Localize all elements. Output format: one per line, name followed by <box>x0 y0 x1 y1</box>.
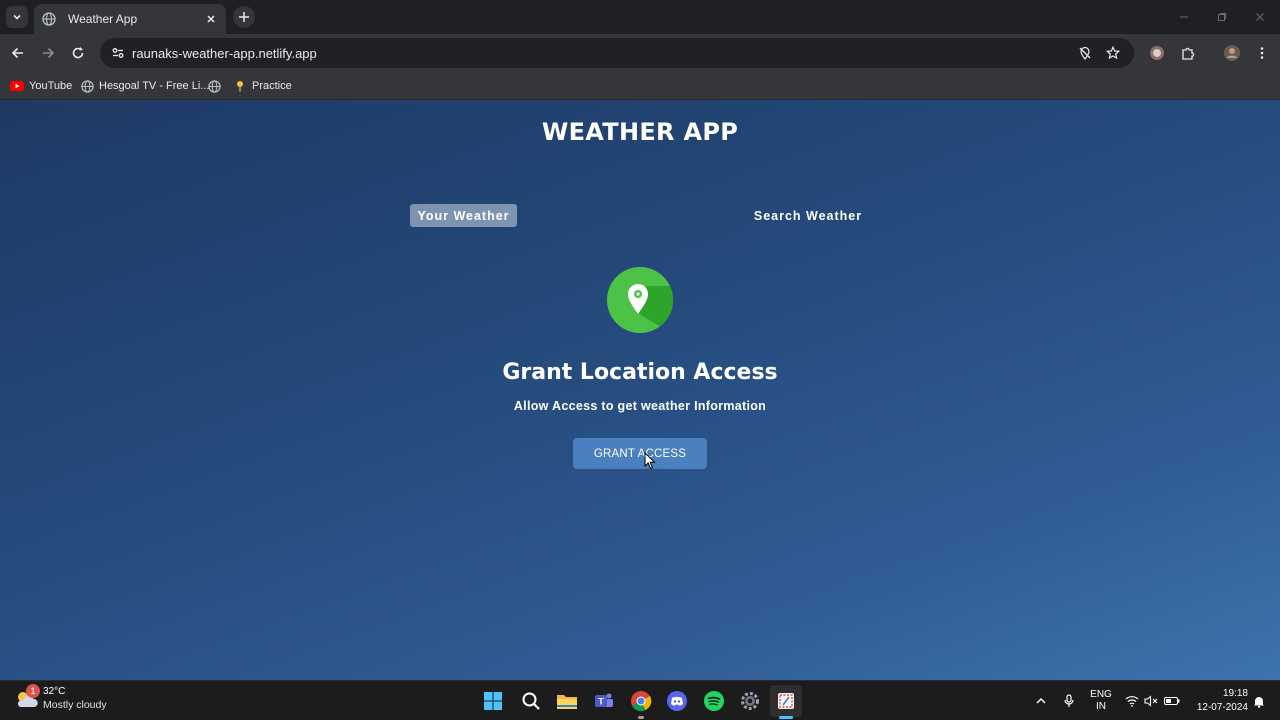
svg-text:T: T <box>598 697 604 707</box>
globe-icon <box>207 79 221 93</box>
site-info-icon[interactable] <box>106 41 130 65</box>
language-indicator[interactable]: ENG IN <box>1086 685 1116 717</box>
plus-icon <box>239 12 249 22</box>
bookmark-practice[interactable]: Practice <box>233 76 292 96</box>
settings-icon[interactable] <box>734 685 766 717</box>
address-bar[interactable]: raunaks-weather-app.netlify.app <box>100 38 1134 68</box>
browser-tab[interactable]: Weather App <box>34 4 226 34</box>
tab-search-weather[interactable]: Search Weather <box>740 204 876 227</box>
weather-widget[interactable]: 1 32°C Mostly cloudy <box>14 684 107 712</box>
extension-avatar-icon[interactable] <box>1145 41 1169 65</box>
app-title: WEATHER APP <box>541 118 739 146</box>
close-tab-icon[interactable] <box>200 8 222 30</box>
tab-strip: Weather App <box>0 0 1280 34</box>
browser-toolbar: raunaks-weather-app.netlify.app <box>0 34 1280 72</box>
cloudy-weather-icon: 1 <box>14 684 40 712</box>
bookmark-youtube[interactable]: YouTube <box>10 76 72 96</box>
weather-app-page: WEATHER APP Your Weather Search Weather … <box>0 100 1280 680</box>
new-tab-button[interactable] <box>233 6 255 28</box>
chevron-down-icon <box>13 14 21 20</box>
weather-temp: 32°C <box>43 686 66 697</box>
reload-icon <box>72 47 84 59</box>
menu-kebab-icon[interactable] <box>1250 41 1274 65</box>
tab-title: Weather App <box>68 12 138 26</box>
bookmark-pin-icon <box>233 79 247 93</box>
star-bookmark-icon[interactable] <box>1100 40 1126 66</box>
discord-icon[interactable] <box>661 685 693 717</box>
extensions-puzzle-icon[interactable] <box>1176 41 1200 65</box>
location-blocked-icon[interactable] <box>1072 40 1098 66</box>
wifi-icon[interactable] <box>1124 685 1140 717</box>
globe-icon <box>42 11 58 27</box>
spotify-icon[interactable] <box>698 685 730 717</box>
grant-access-button[interactable]: GRANT ACCESS <box>573 438 707 469</box>
windows-taskbar: 1 32°C Mostly cloudy T ENG IN 19:18 12-0… <box>0 680 1280 720</box>
minimize-window-button[interactable] <box>1172 6 1196 28</box>
grant-location-heading: Grant Location Access <box>502 360 778 385</box>
snipping-tool-icon[interactable] <box>770 685 802 719</box>
clock-date: 12-07-2024 <box>1196 702 1248 713</box>
file-explorer-icon[interactable] <box>551 685 583 717</box>
battery-icon[interactable] <box>1163 685 1181 717</box>
bookmark-label: Hesgoal TV - Free Li... <box>99 80 210 92</box>
running-indicator <box>638 716 644 719</box>
notification-bell-icon[interactable] <box>1252 685 1266 717</box>
region-code: IN <box>1096 701 1106 712</box>
mouse-cursor-icon <box>644 452 656 470</box>
clock-time: 19:18 <box>1222 688 1248 699</box>
chevron-up-icon[interactable] <box>1032 685 1050 717</box>
close-window-button[interactable] <box>1248 6 1272 28</box>
bookmark-hesgoal[interactable]: Hesgoal TV - Free Li... <box>80 76 209 96</box>
tab-your-weather[interactable]: Your Weather <box>410 204 517 227</box>
language-code: ENG <box>1090 689 1112 700</box>
arrow-right-icon <box>43 47 55 59</box>
bookmark-label: YouTube <box>29 80 73 92</box>
bookmark-label: Practice <box>252 80 292 92</box>
weather-condition: Mostly cloudy <box>43 699 107 711</box>
tab-search-button[interactable] <box>6 6 28 28</box>
forward-button[interactable] <box>36 41 60 65</box>
teams-icon[interactable]: T <box>588 685 620 717</box>
active-indicator <box>779 716 793 719</box>
arrow-left-icon <box>11 47 23 59</box>
grant-location-subtitle: Allow Access to get weather Information <box>513 399 767 413</box>
url-text[interactable]: raunaks-weather-app.netlify.app <box>132 46 1072 61</box>
profile-avatar-icon[interactable] <box>1220 41 1244 65</box>
bookmark-untitled[interactable] <box>207 76 226 96</box>
globe-icon <box>80 79 94 93</box>
microphone-icon[interactable] <box>1060 685 1078 717</box>
windows-start-icon[interactable] <box>477 685 509 717</box>
search-icon[interactable] <box>515 685 547 717</box>
restore-window-button[interactable] <box>1210 6 1234 28</box>
chrome-icon[interactable] <box>625 685 657 719</box>
back-button[interactable] <box>6 41 30 65</box>
location-pin-icon <box>607 267 673 333</box>
reload-button[interactable] <box>66 41 90 65</box>
youtube-icon <box>10 79 24 93</box>
bookmarks-bar: YouTube Hesgoal TV - Free Li... Practice <box>0 72 1280 100</box>
speaker-muted-icon[interactable] <box>1143 685 1159 717</box>
weather-badge: 1 <box>26 684 40 698</box>
system-clock[interactable]: 19:18 12-07-2024 <box>1188 687 1248 715</box>
